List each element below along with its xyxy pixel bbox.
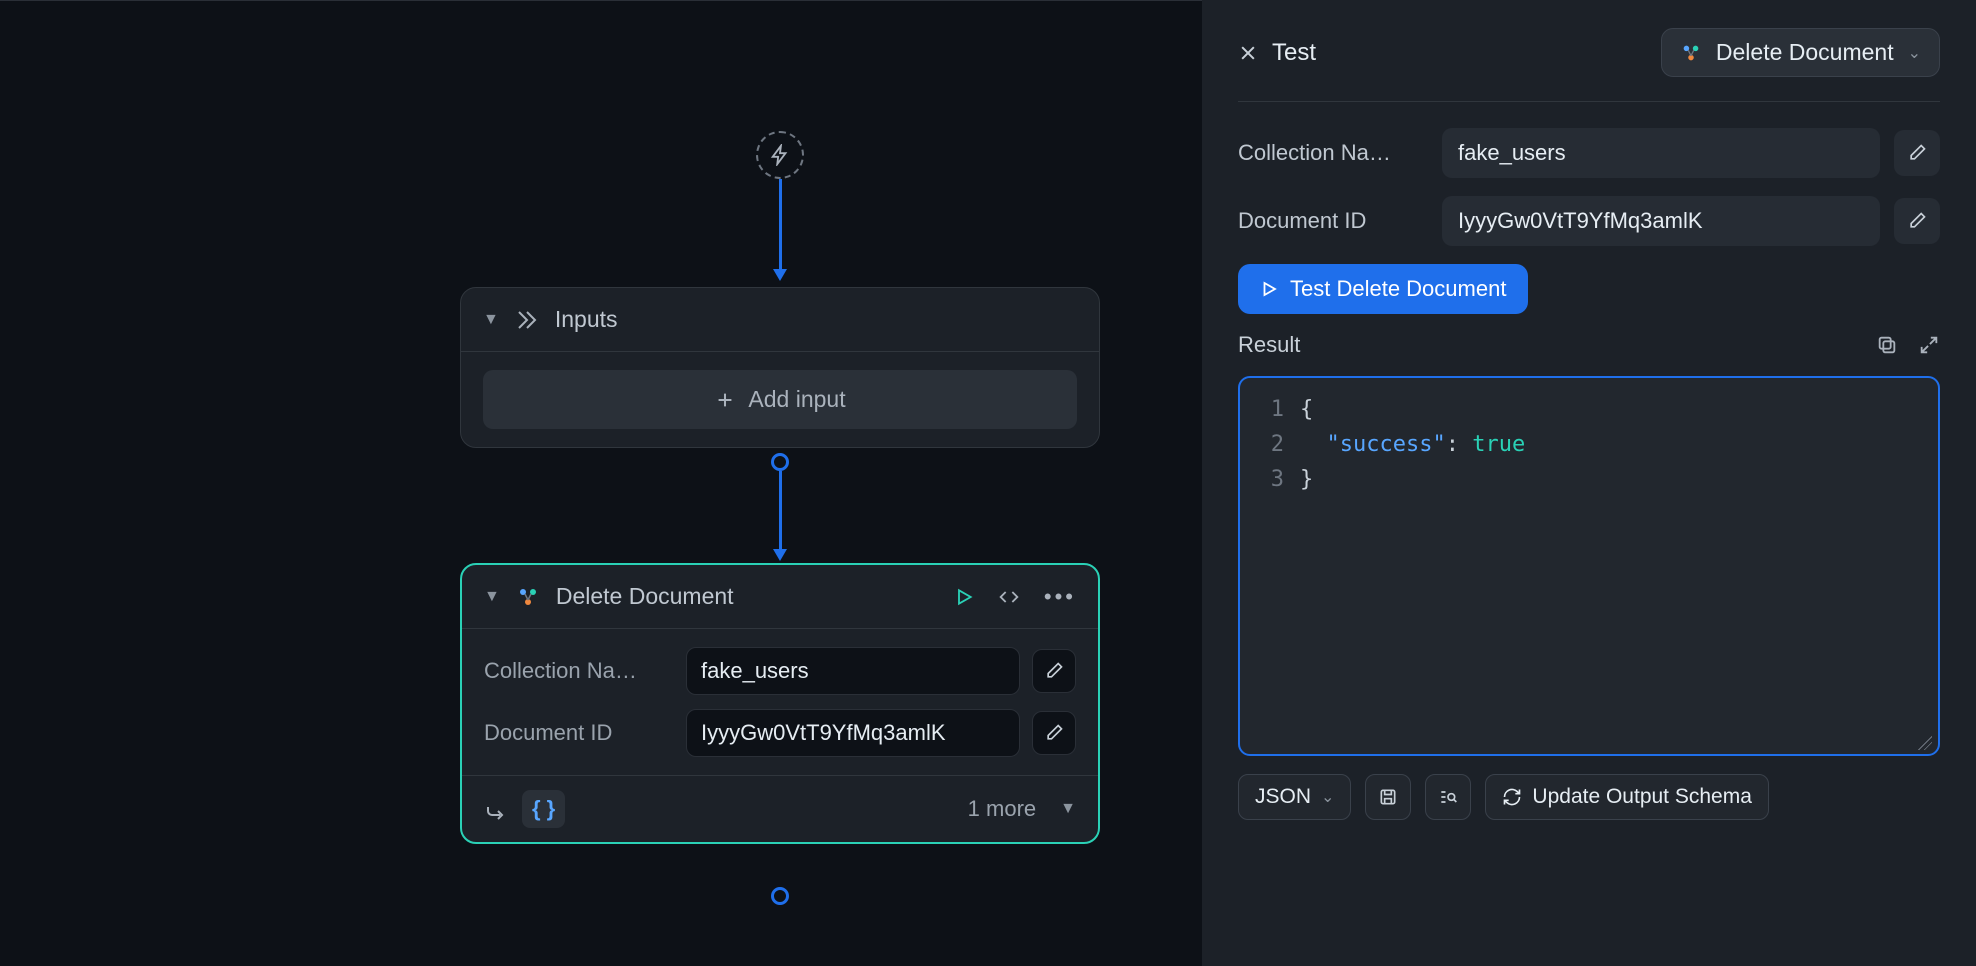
- panel-field-document-id: Document ID IyyyGw0VtT9YfMq3amlK: [1238, 196, 1940, 246]
- save-result-button[interactable]: [1365, 774, 1411, 820]
- node-header: ▼ Inputs: [461, 288, 1099, 352]
- integration-icon: [1680, 42, 1702, 64]
- chevron-down-icon: ⌄: [1908, 43, 1921, 63]
- field-label: Collection Na…: [1238, 140, 1428, 166]
- node-selector-dropdown[interactable]: Delete Document ⌄: [1661, 28, 1940, 77]
- inputs-node[interactable]: ▼ Inputs Add input: [460, 287, 1100, 448]
- node-footer: { } 1 more ▼: [462, 775, 1098, 842]
- update-schema-label: Update Output Schema: [1532, 785, 1751, 809]
- arrowhead-icon: [773, 269, 787, 281]
- result-footer: JSON ⌄ Update Output Schema: [1238, 774, 1940, 820]
- panel-field-collection: Collection Na… fake_users: [1238, 128, 1940, 178]
- edit-field-button[interactable]: [1894, 130, 1940, 176]
- test-node-button[interactable]: Test Delete Document: [1238, 264, 1528, 314]
- node-title: Inputs: [555, 306, 1077, 333]
- edit-field-button[interactable]: [1032, 649, 1076, 693]
- edit-field-button[interactable]: [1032, 711, 1076, 755]
- connector: [779, 179, 782, 271]
- field-label: Document ID: [1238, 208, 1428, 234]
- resize-handle[interactable]: [1918, 736, 1932, 750]
- json-value: true: [1472, 432, 1525, 457]
- plus-icon: [714, 389, 736, 411]
- update-output-schema-button[interactable]: Update Output Schema: [1485, 774, 1768, 820]
- integration-icon: [516, 585, 540, 609]
- output-port[interactable]: [771, 453, 789, 471]
- field-value[interactable]: fake_users: [686, 647, 1020, 695]
- json-key: "success": [1327, 432, 1446, 457]
- node-header: ▼ Delete Document •••: [462, 565, 1098, 629]
- test-panel: Test Delete Document ⌄ Collection Na… fa…: [1202, 0, 1976, 966]
- panel-title: Test: [1272, 39, 1647, 67]
- field-value[interactable]: IyyyGw0VtT9YfMq3amlK: [1442, 196, 1880, 246]
- node-selector-label: Delete Document: [1716, 39, 1894, 66]
- field-document-id: Document ID IyyyGw0VtT9YfMq3amlK: [484, 709, 1076, 757]
- field-value[interactable]: IyyyGw0VtT9YfMq3amlK: [686, 709, 1020, 757]
- arrowhead-icon: [773, 549, 787, 561]
- run-node-button[interactable]: [954, 587, 974, 607]
- field-collection-name: Collection Na… fake_users: [484, 647, 1076, 695]
- add-input-label: Add input: [748, 386, 845, 413]
- json-output-chip[interactable]: { }: [522, 790, 565, 828]
- field-label: Document ID: [484, 720, 674, 746]
- field-value[interactable]: fake_users: [1442, 128, 1880, 178]
- delete-document-node[interactable]: ▼ Delete Document ••• Collection Na… fak…: [460, 563, 1100, 844]
- edit-field-button[interactable]: [1894, 198, 1940, 244]
- chevron-down-icon[interactable]: ▼: [484, 588, 500, 606]
- chevron-down-icon[interactable]: ▼: [483, 311, 499, 329]
- more-outputs-label: 1 more: [968, 796, 1036, 822]
- field-label: Collection Na…: [484, 658, 674, 684]
- format-label: JSON: [1255, 785, 1311, 809]
- trigger-node[interactable]: [756, 131, 804, 179]
- expand-result-button[interactable]: [1918, 334, 1940, 356]
- output-port[interactable]: [771, 887, 789, 905]
- chevron-down-icon[interactable]: ▼: [1060, 800, 1076, 818]
- result-code-box[interactable]: 1{ 2 "success": true 3}: [1238, 376, 1940, 756]
- chevron-down-icon: ⌄: [1321, 787, 1334, 807]
- connector: [779, 471, 782, 551]
- divider: [1238, 101, 1940, 102]
- inspect-result-button[interactable]: [1425, 774, 1471, 820]
- copy-result-button[interactable]: [1876, 334, 1898, 356]
- more-menu-button[interactable]: •••: [1044, 584, 1076, 610]
- node-title: Delete Document: [556, 583, 938, 610]
- workflow-canvas[interactable]: ▼ Inputs Add input ▼ Delete Document: [0, 0, 1202, 966]
- result-label: Result: [1238, 332, 1300, 358]
- test-button-label: Test Delete Document: [1290, 276, 1506, 302]
- add-input-button[interactable]: Add input: [483, 370, 1077, 429]
- output-arrow-icon: [484, 797, 508, 821]
- inputs-icon: [515, 308, 539, 332]
- format-selector[interactable]: JSON ⌄: [1238, 774, 1351, 820]
- code-view-button[interactable]: [996, 587, 1022, 607]
- close-panel-button[interactable]: [1238, 43, 1258, 63]
